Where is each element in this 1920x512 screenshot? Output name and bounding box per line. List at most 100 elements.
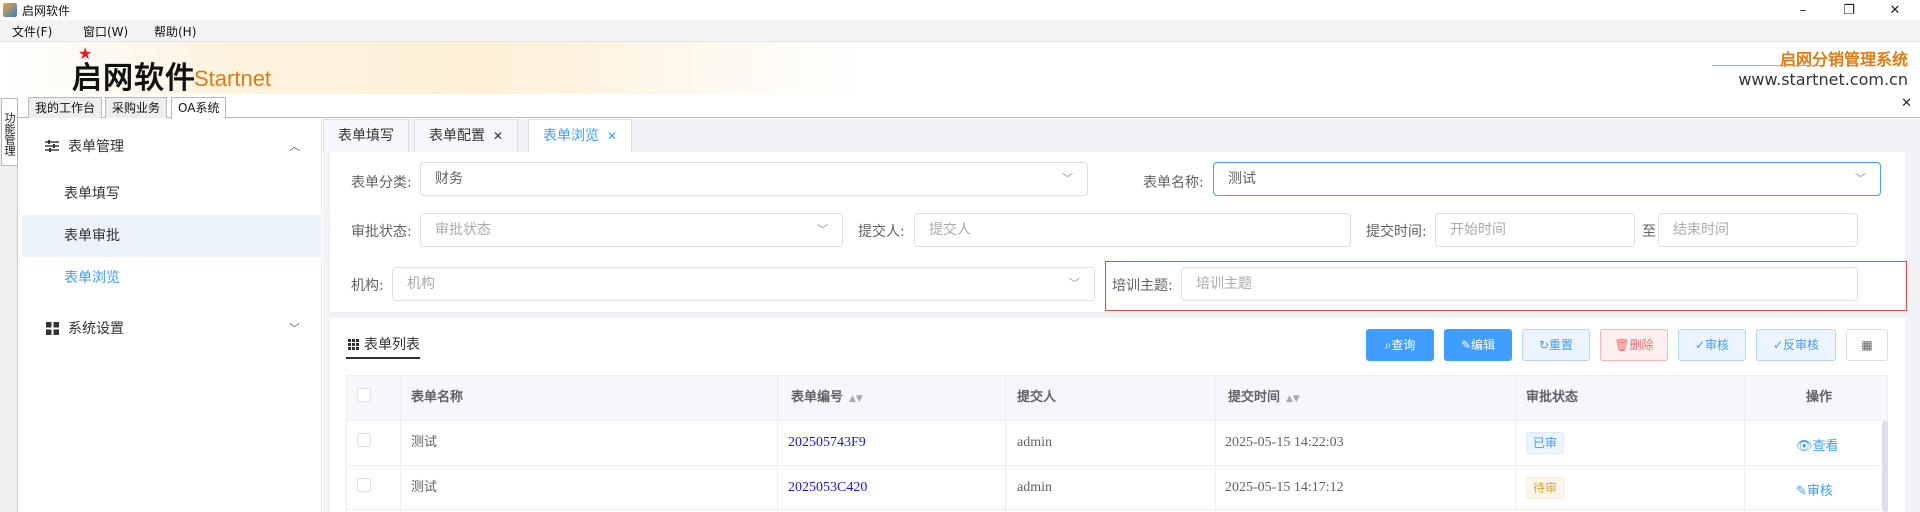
unapprove-label: 反审核 — [1783, 338, 1820, 352]
grid-icon — [348, 339, 359, 354]
list-title-underline — [346, 357, 420, 359]
row-submitter: admin — [1017, 480, 1052, 495]
sliders-icon — [44, 138, 60, 154]
time-separator: 至 — [1642, 224, 1656, 240]
menu-window[interactable]: 窗口(W) — [83, 23, 128, 40]
category-value: 财务 — [435, 171, 463, 187]
close-icon[interactable]: ✕ — [607, 129, 617, 143]
check-icon: ✓ — [1694, 338, 1706, 352]
approve-link-label: 审核 — [1806, 484, 1833, 499]
approve-button[interactable]: ✓审核 — [1678, 329, 1746, 361]
category-select[interactable]: 财务 ﹀ — [420, 162, 1088, 196]
page-tab-form-browse[interactable]: 表单浏览 ✕ — [528, 119, 633, 152]
reset-button[interactable]: ↻重置 — [1522, 329, 1590, 361]
page-tab-form-config[interactable]: 表单配置 ✕ — [414, 119, 519, 152]
status-placeholder: 审批状态 — [435, 222, 491, 238]
org-label: 机构: — [351, 278, 384, 294]
topic-input[interactable]: 培训主题 — [1181, 267, 1858, 301]
column-divider — [777, 375, 778, 512]
title-bar — [0, 0, 1920, 20]
submitter-label: 提交人: — [858, 224, 905, 240]
company-url: www.startnet.com.cn — [1738, 70, 1908, 89]
column-divider — [1005, 375, 1006, 512]
sidebar-group-form-management[interactable]: 表单管理 ︿ — [22, 121, 322, 171]
sidebar-group-system-settings[interactable]: 系统设置 ﹀ — [22, 303, 322, 353]
form-name-label: 表单名称: — [1143, 175, 1204, 191]
page-tab-label: 表单配置 — [429, 128, 485, 144]
status-badge: 待审 — [1526, 477, 1565, 499]
view-link[interactable]: 👁查看 — [1796, 435, 1839, 454]
view-label: 查看 — [1812, 439, 1839, 454]
minimize-button[interactable]: – — [1780, 0, 1826, 20]
edit-icon: ✎ — [1796, 484, 1807, 499]
sidebar-item-form-fill[interactable]: 表单填写 — [22, 173, 322, 215]
select-all-checkbox[interactable] — [357, 388, 371, 402]
top-tab-oa[interactable]: OA系统 — [171, 97, 227, 119]
maximize-button[interactable]: ❐ — [1826, 0, 1872, 20]
status-badge: 已审 — [1526, 432, 1565, 454]
row-form-code[interactable]: 2025053C420 — [788, 466, 867, 510]
page-tab-form-fill[interactable]: 表单填写 — [323, 119, 409, 152]
page-tab-label: 表单浏览 — [543, 128, 599, 144]
column-divider — [1215, 375, 1216, 512]
column-header-time[interactable]: 提交时间 ▲▼ — [1228, 375, 1300, 421]
sidebar-group-label: 表单管理 — [68, 139, 124, 155]
reset-label: 重置 — [1549, 338, 1574, 352]
column-settings-button[interactable]: ▦ — [1846, 329, 1888, 361]
submit-time-label: 提交时间: — [1366, 224, 1427, 240]
close-icon[interactable]: ✕ — [493, 129, 503, 143]
sidebar-item-form-approve[interactable]: 表单审批 — [22, 215, 322, 257]
column-header-code[interactable]: 表单编号 ▲▼ — [791, 375, 863, 421]
brand-name-cn: 启网软件 — [72, 61, 196, 96]
edit-label: 编辑 — [1471, 338, 1496, 352]
column-divider — [1515, 375, 1516, 512]
approve-link[interactable]: ✎审核 — [1796, 480, 1833, 499]
check-icon: ✓ — [1772, 338, 1784, 352]
submitter-input[interactable]: 提交人 — [914, 213, 1351, 247]
edit-button[interactable]: ✎编辑 — [1444, 329, 1512, 361]
column-divider — [346, 375, 347, 512]
sidebar-item-form-browse[interactable]: 表单浏览 — [22, 257, 322, 299]
column-header-label: 表单编号 — [791, 390, 844, 405]
form-name-select[interactable]: 测试 ﹀ — [1213, 162, 1881, 196]
column-header-label: 提交时间 — [1228, 390, 1281, 405]
row-divider — [346, 509, 1888, 510]
grid-icon — [44, 320, 60, 336]
chevron-up-icon: ︿ — [289, 140, 300, 153]
org-placeholder: 机构 — [407, 276, 435, 292]
row-checkbox[interactable] — [357, 433, 371, 447]
status-select[interactable]: 审批状态 ﹀ — [420, 213, 843, 247]
chevron-down-icon: ﹀ — [1069, 277, 1080, 290]
brand-name-en: Startnet — [194, 66, 272, 91]
approve-label: 审核 — [1705, 338, 1730, 352]
menu-help[interactable]: 帮助(H) — [154, 23, 196, 40]
table-scrollbar[interactable] — [1882, 421, 1888, 512]
query-button[interactable]: ⌕查询 — [1366, 329, 1434, 361]
menu-file[interactable]: 文件(F) — [12, 23, 52, 40]
org-select[interactable]: 机构 ﹀ — [392, 267, 1095, 301]
row-checkbox[interactable] — [357, 478, 371, 492]
top-tab-workbench[interactable]: 我的工作台 — [28, 97, 103, 118]
row-form-name: 测试 — [411, 435, 438, 450]
close-tab-icon[interactable]: ✕ — [1901, 96, 1912, 111]
end-time-input[interactable]: 结束时间 — [1658, 213, 1858, 247]
table-header — [346, 375, 1888, 421]
chevron-down-icon: ﹀ — [1062, 172, 1073, 185]
row-submitter: admin — [1017, 435, 1052, 450]
sort-icon: ▲▼ — [1286, 394, 1300, 404]
function-panel-tab[interactable]: 功能管理 — [1, 98, 18, 166]
unapprove-button[interactable]: ✓反审核 — [1756, 329, 1836, 361]
column-header-submitter: 提交人 — [1017, 390, 1057, 405]
chevron-down-icon: ﹀ — [289, 322, 300, 335]
chevron-down-icon: ﹀ — [1855, 172, 1866, 185]
start-time-input[interactable]: 开始时间 — [1435, 213, 1635, 247]
delete-button[interactable]: 🗑删除 — [1600, 329, 1668, 361]
list-title: 表单列表 — [364, 337, 420, 353]
column-header-status: 审批状态 — [1526, 390, 1579, 405]
row-submit-time: 2025-05-15 14:17:12 — [1225, 480, 1344, 495]
row-form-code[interactable]: 202505743F9 — [788, 421, 866, 465]
close-window-button[interactable]: ✕ — [1872, 0, 1918, 20]
chevron-down-icon: ﹀ — [817, 223, 828, 236]
top-tab-purchase[interactable]: 采购业务 — [105, 97, 168, 118]
menu-bar — [0, 20, 1920, 42]
